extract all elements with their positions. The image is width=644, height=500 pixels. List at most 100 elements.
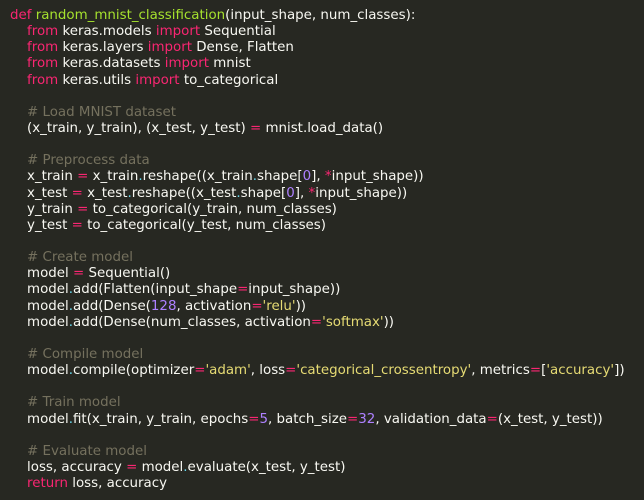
code-line: # Compile model (10, 347, 644, 363)
code-token: input_shape)) (248, 282, 341, 298)
code-token: keras.layers (58, 40, 148, 56)
operator-token: = (486, 411, 498, 427)
code-token: reshape((x_test (131, 185, 237, 201)
code-token: add(Flatten(input_shape (73, 282, 238, 298)
code-token: y_train (10, 201, 78, 217)
code-token: y_test (10, 217, 72, 233)
code-line: model.add(Dense(num_classes, activation=… (10, 315, 644, 331)
code-line: from keras.datasets import mnist (10, 56, 644, 72)
operator-token: = (237, 282, 249, 298)
string-token: 'softmax' (322, 314, 384, 330)
code-token: (x_train, y_train), (x_test, y_test) (10, 120, 250, 136)
code-token: )) (295, 298, 307, 314)
code-line: from keras.utils import to_categorical (10, 73, 644, 89)
code-line: from keras.layers import Dense, Flatten (10, 40, 644, 56)
comment-token: # Compile model (27, 346, 144, 362)
code-token: model (137, 459, 184, 475)
code-line: (x_train, y_train), (x_test, y_test) = m… (10, 121, 644, 137)
keyword-token: from (27, 40, 59, 56)
keyword-token: import (135, 72, 180, 88)
number-token: 32 (358, 411, 376, 427)
code-token: reshape((x_train (142, 169, 253, 185)
operator-token: = (77, 169, 89, 185)
code-line: loss, accuracy = model.evaluate(x_test, … (10, 460, 644, 476)
code-line: y_train = to_categorical(y_train, num_cl… (10, 202, 644, 218)
code-token: ], (294, 185, 309, 201)
operator-token: = (285, 363, 297, 379)
code-line: # Train model (10, 395, 644, 411)
code-token: (x_test, y_test)) (497, 411, 603, 427)
comment-token: # Evaluate model (27, 443, 147, 459)
keyword-token: from (27, 24, 59, 40)
code-token: loss, accuracy (67, 476, 168, 492)
operator-token: = (249, 120, 262, 136)
operator-token: = (529, 363, 542, 379)
code-line: return loss, accuracy (10, 476, 644, 492)
code-token: model (10, 298, 69, 314)
code-token: x_test (82, 185, 128, 201)
code-token: (input_shape, num_classes): (225, 8, 416, 23)
code-token: model (10, 363, 69, 379)
code-token: x_train (10, 169, 78, 185)
comment-token: # Load MNIST dataset (27, 104, 176, 120)
code-line: # Preprocess data (10, 153, 644, 169)
code-token: add(Dense( (73, 298, 151, 314)
code-line: model.fit(x_train, y_train, epochs=5, ba… (10, 412, 644, 428)
code-token: Dense, Flatten (191, 40, 294, 56)
code-token: model (10, 282, 69, 298)
keyword-token: import (147, 40, 192, 56)
keyword-token: from (27, 56, 59, 72)
keyword-token: from (27, 72, 59, 88)
code-token: Sequential (200, 24, 276, 40)
code-token: shape[ (240, 185, 287, 201)
keyword-token: import (155, 24, 201, 40)
number-token: 5 (259, 411, 269, 427)
code-token: to_categorical(y_train, num_classes) (88, 201, 337, 217)
code-token: , metrics (471, 363, 530, 379)
code-token: ]) (614, 363, 625, 379)
code-line: from keras.models import Sequential (10, 24, 644, 40)
operator-token: * (324, 169, 332, 185)
code-editor[interactable]: def random_mnist_classification(input_sh… (0, 0, 644, 500)
code-token: keras.models (58, 24, 156, 40)
code-line: model.add(Flatten(input_shape=input_shap… (10, 282, 644, 298)
code-token: evaluate(x_test, y_test) (187, 459, 346, 475)
code-line: model.add(Dense(128, activation='relu')) (10, 299, 644, 315)
code-token: keras.datasets (58, 56, 165, 72)
code-line: # Load MNIST dataset (10, 105, 644, 121)
code-line: # Create model (10, 250, 644, 266)
string-token: 'categorical_crossentropy' (296, 363, 472, 379)
code-token: to_categorical(y_test, num_classes) (82, 217, 326, 233)
string-token: 'relu' (262, 298, 296, 314)
operator-token: = (310, 314, 323, 330)
operator-token: = (347, 411, 359, 427)
code-token: shape[ (256, 169, 303, 185)
operator-token: = (194, 363, 206, 379)
operator-token: = (126, 459, 138, 475)
code-token: add(Dense(num_classes, activation (73, 314, 311, 330)
code-line: ​ (10, 89, 644, 105)
code-line: def random_mnist_classification(input_sh… (10, 8, 644, 24)
comment-token: # Preprocess data (27, 153, 150, 169)
code-token: loss, accuracy (10, 459, 127, 475)
code-token: input_shape)) (315, 185, 408, 201)
code-token: to_categorical (179, 72, 279, 88)
operator-token: = (251, 298, 263, 314)
code-line: ​ (10, 234, 644, 250)
number-token: 0 (286, 185, 295, 201)
code-token: input_shape)) (331, 169, 424, 185)
code-line: model.compile(optimizer='adam', loss='ca… (10, 363, 644, 379)
code-token: mnist (209, 56, 251, 72)
code-token: , validation_data (375, 411, 487, 427)
number-token: 128 (150, 298, 177, 314)
keyword-token: return (27, 476, 68, 492)
